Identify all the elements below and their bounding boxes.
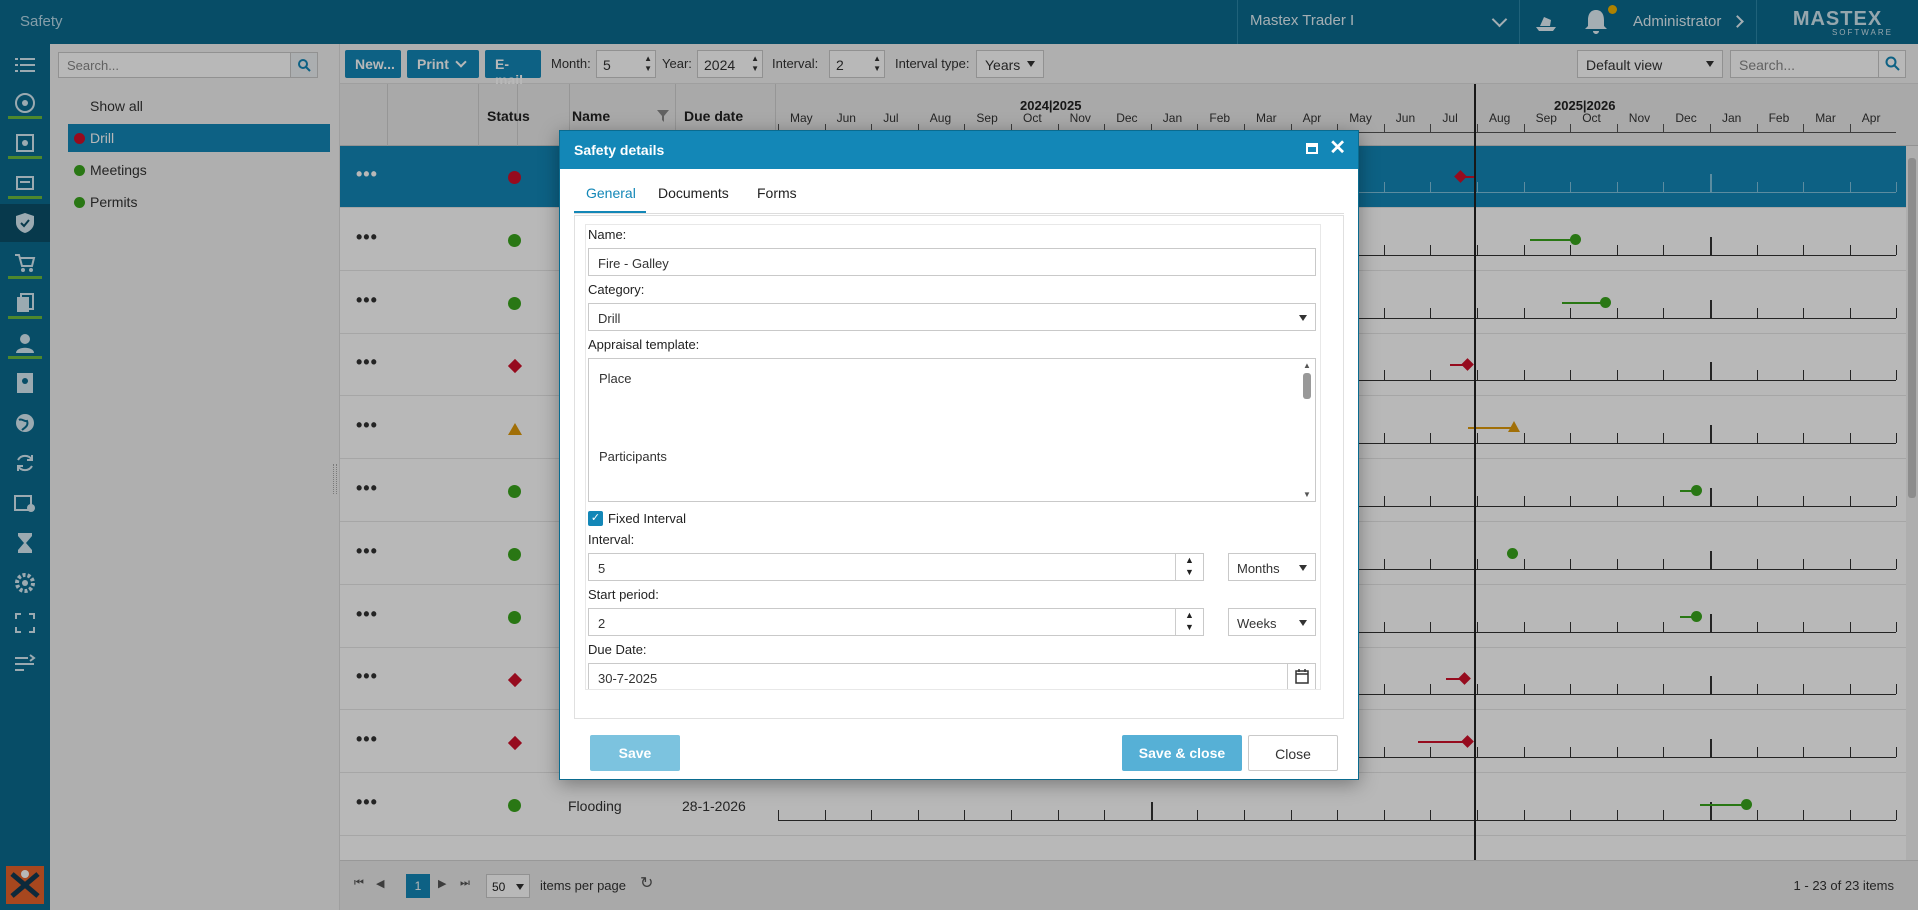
fixed-interval-label: Fixed Interval: [608, 511, 687, 526]
start-period-label: Start period:: [588, 587, 659, 602]
scroll-down-icon[interactable]: ▼: [1303, 490, 1311, 499]
close-button[interactable]: Close: [1248, 735, 1338, 771]
caret-down-icon: [1299, 620, 1307, 626]
interval-unit-select[interactable]: Months: [1228, 553, 1316, 581]
caret-down-icon: [1299, 315, 1307, 321]
template-line: Participants: [599, 449, 667, 464]
save-close-button[interactable]: Save & close: [1122, 735, 1242, 771]
stepper-arrows-icon[interactable]: ▲ ▼: [1175, 609, 1203, 635]
name-label: Name:: [588, 227, 627, 242]
scroll-thumb[interactable]: [1303, 373, 1311, 399]
template-line: Place: [599, 371, 632, 386]
name-field[interactable]: Fire - Galley: [588, 248, 1316, 276]
template-scrollbar[interactable]: ▲ ▼: [1301, 361, 1313, 499]
start-unit-select[interactable]: Weeks: [1228, 608, 1316, 636]
safety-details-dialog: Safety details ✕ General Documents Forms…: [559, 130, 1359, 780]
calendar-icon[interactable]: [1287, 664, 1315, 689]
tab-documents[interactable]: Documents: [658, 185, 729, 201]
tab-forms[interactable]: Forms: [757, 185, 797, 201]
due-date-field[interactable]: 30-7-2025: [588, 663, 1316, 689]
close-icon[interactable]: ✕: [1329, 138, 1346, 158]
fixed-interval-checkbox[interactable]: ✓: [588, 511, 603, 526]
tab-divider: [574, 213, 1344, 214]
stepper-arrows-icon[interactable]: ▲ ▼: [1175, 554, 1203, 580]
interval-field[interactable]: 5 ▲ ▼: [588, 553, 1204, 581]
tab-general[interactable]: General: [586, 185, 636, 201]
category-select[interactable]: Drill: [588, 303, 1316, 331]
category-label: Category:: [588, 282, 645, 297]
due-date-label: Due Date:: [588, 642, 647, 657]
appraisal-template-editor[interactable]: Place Participants ▲ ▼: [588, 358, 1316, 502]
scroll-up-icon[interactable]: ▲: [1301, 361, 1313, 370]
general-form: Name: Fire - Galley Category: Drill Appr…: [585, 224, 1321, 690]
dialog-title: Safety details: [560, 131, 1358, 169]
save-button[interactable]: Save: [590, 735, 680, 771]
maximize-icon[interactable]: [1306, 143, 1318, 154]
start-period-field[interactable]: 2 ▲ ▼: [588, 608, 1204, 636]
interval-label: Interval:: [588, 532, 635, 547]
caret-down-icon: [1299, 565, 1307, 571]
general-tab-panel: Name: Fire - Galley Category: Drill Appr…: [574, 215, 1344, 719]
template-label: Appraisal template:: [588, 337, 700, 352]
